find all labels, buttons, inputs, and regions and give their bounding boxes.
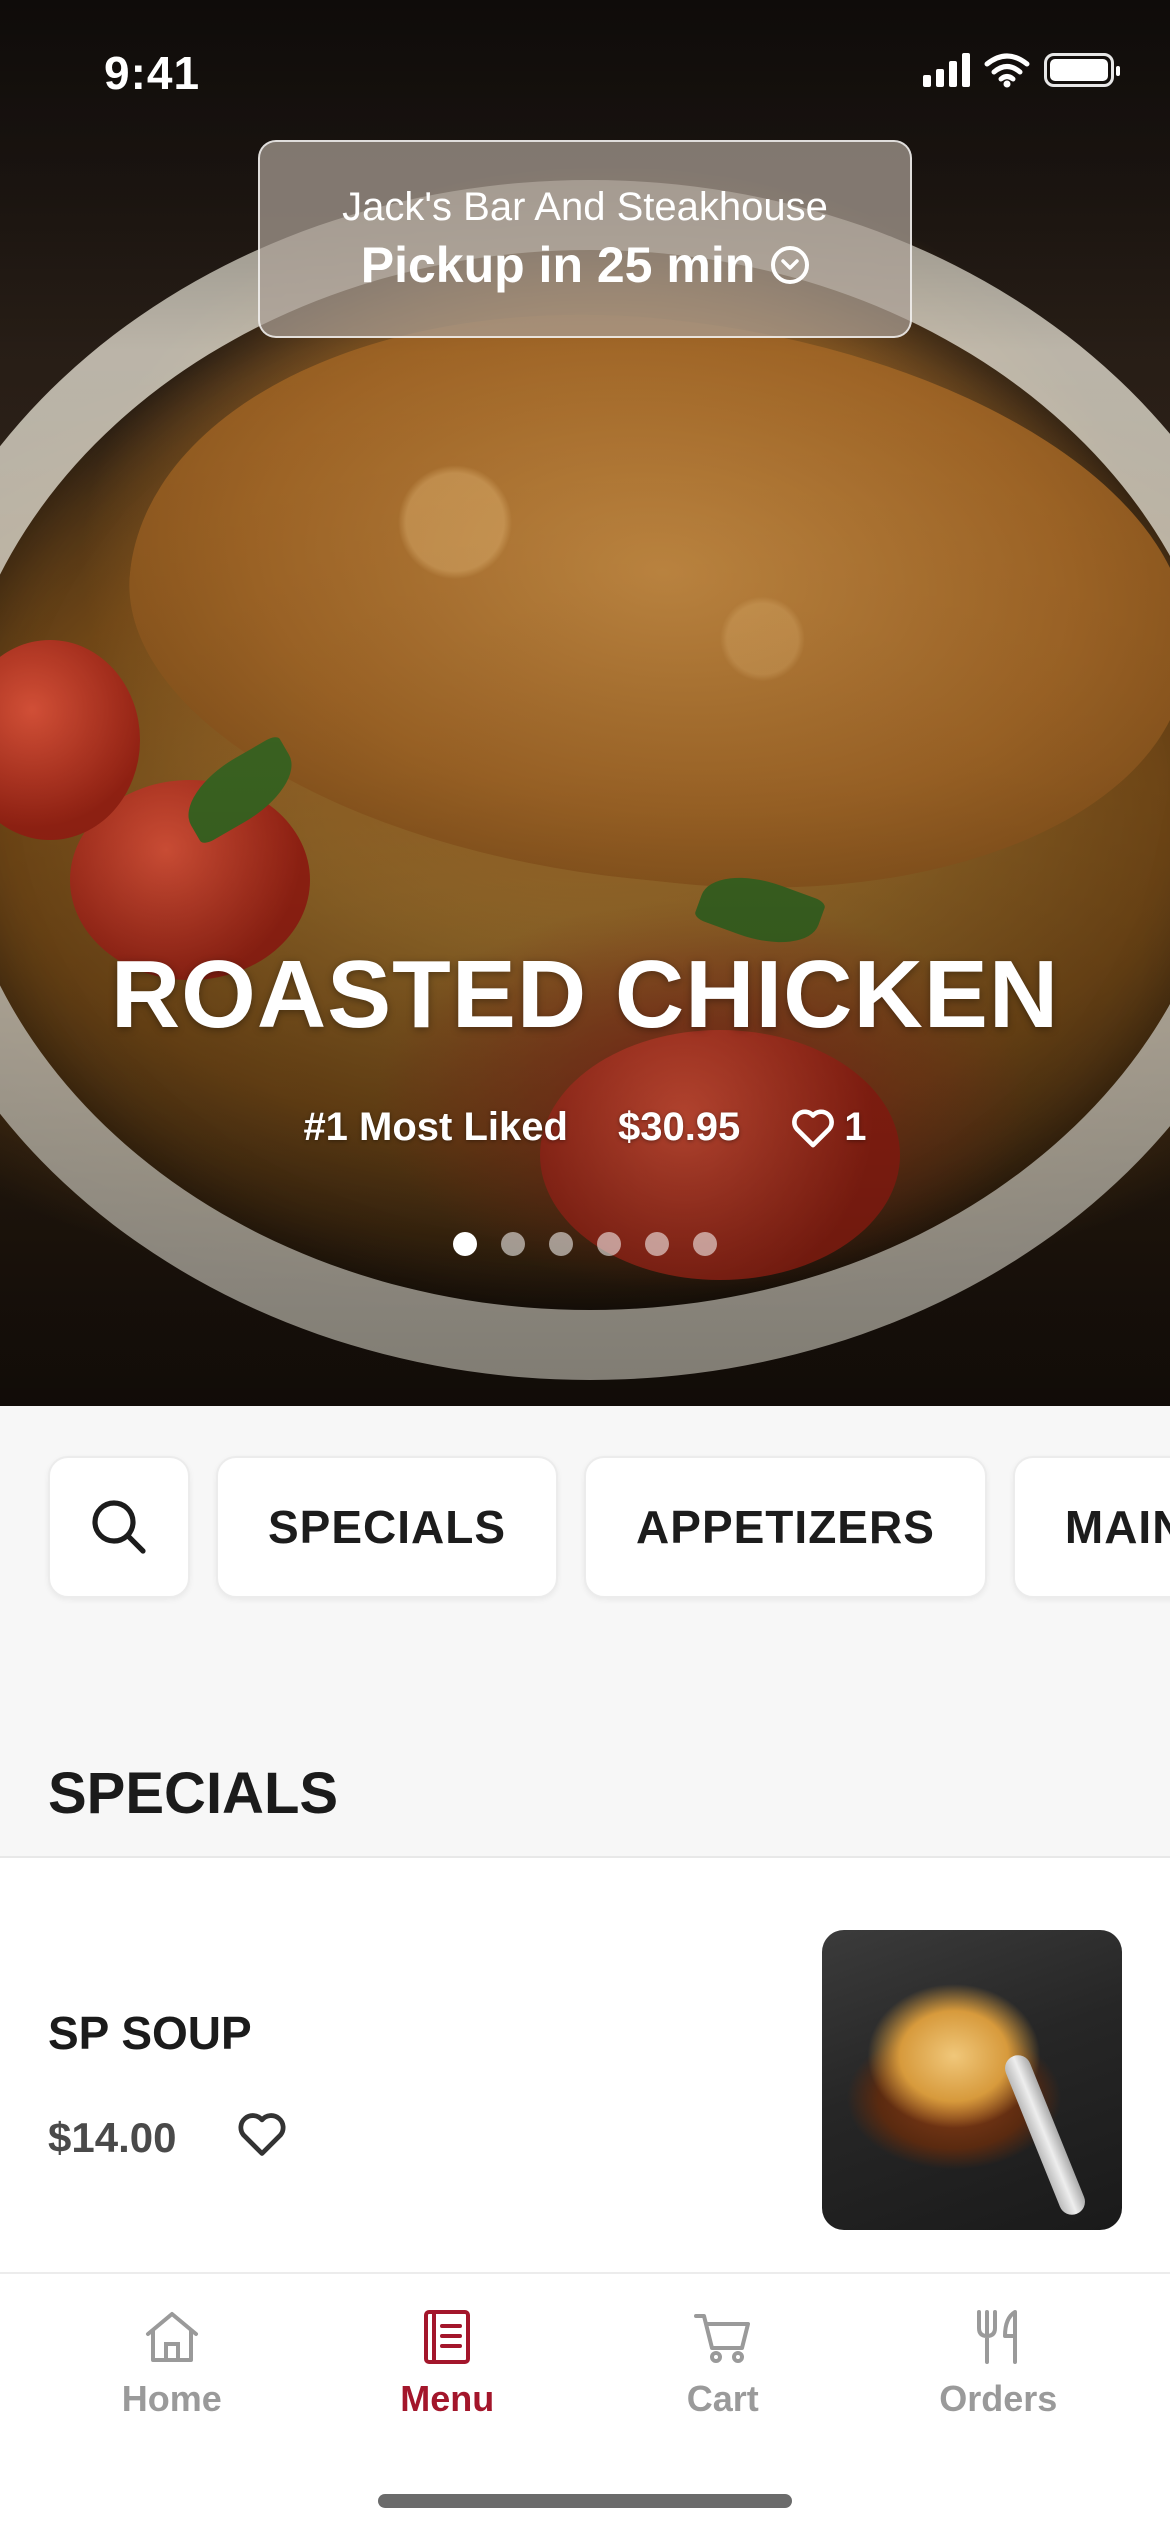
carousel-dot[interactable] (549, 1232, 573, 1256)
search-button[interactable] (48, 1456, 190, 1598)
wifi-icon (984, 53, 1030, 88)
home-icon (145, 2312, 198, 2362)
tab-list: Home Menu Cart Orders (0, 2274, 1170, 2420)
carousel-dot[interactable] (453, 1232, 477, 1256)
category-chip-appetizers[interactable]: APPETIZERS (584, 1456, 987, 1598)
tab-label: Menu (400, 2378, 495, 2419)
cellular-signal-icon (923, 53, 970, 87)
featured-item-meta: #1 Most Liked $30.95 1 (0, 1105, 1170, 1150)
favorite-heart-icon[interactable] (236, 2108, 288, 2160)
featured-item-price: $30.95 (617, 1105, 741, 1149)
restaurant-name: Jack's Bar And Steakhouse (342, 184, 828, 229)
menu-item-image (822, 1930, 1122, 2230)
category-chip-specials[interactable]: SPECIALS (216, 1456, 559, 1598)
status-bar: 9:41 (0, 0, 1170, 140)
tab-orders[interactable]: Orders (861, 2274, 1137, 2420)
tab-label: Home (121, 2378, 222, 2419)
featured-item-title: ROASTED CHICKEN (110, 941, 1060, 1048)
spoon-image (1001, 2051, 1089, 2219)
home-indicator (378, 2494, 792, 2508)
status-icons (923, 52, 1120, 88)
carousel-pagination[interactable] (0, 1232, 1170, 1256)
featured-likes[interactable]: 1 (790, 1105, 867, 1150)
category-bar: SPECIALS APPETIZERS MAIN (0, 1406, 1170, 1646)
like-count: 1 (844, 1105, 867, 1149)
carousel-dot[interactable] (645, 1232, 669, 1256)
tab-label: Orders (939, 2378, 1058, 2419)
section-header: SPECIALS (0, 1646, 1170, 1858)
chevron-down-circle-icon (771, 245, 810, 284)
pickup-time-row: Pickup in 25 min (361, 236, 810, 294)
bottom-tab-bar: Home Menu Cart Orders (0, 2272, 1170, 2532)
menu-item-name: SP SOUP (48, 2007, 252, 2059)
carousel-dot[interactable] (693, 1232, 717, 1256)
fork-knife-icon (977, 2310, 1018, 2364)
status-time: 9:41 (104, 47, 201, 99)
battery-icon (1044, 53, 1120, 87)
menu-item-price: $14.00 (48, 2114, 177, 2161)
search-icon (92, 1500, 146, 1554)
pickup-time-label: Pickup in 25 min (360, 236, 756, 293)
tab-cart[interactable]: Cart (585, 2274, 861, 2420)
menu-book-icon (424, 2310, 471, 2364)
tab-home[interactable]: Home (34, 2274, 310, 2420)
heart-icon (792, 1109, 835, 1147)
carousel-dot[interactable] (597, 1232, 621, 1256)
pickup-selector[interactable]: Jack's Bar And Steakhouse Pickup in 25 m… (258, 140, 912, 338)
tab-label: Cart (686, 2378, 759, 2419)
tab-menu[interactable]: Menu (310, 2274, 586, 2420)
category-row: SPECIALS APPETIZERS MAIN (48, 1456, 1170, 1598)
section-title: SPECIALS (48, 1761, 339, 1826)
cart-icon (693, 2314, 750, 2363)
category-chip-main[interactable]: MAIN (1012, 1456, 1170, 1598)
carousel-dot[interactable] (501, 1232, 525, 1256)
app-screen: 9:41 Jack's Bar And Steakhouse Pickup in… (0, 0, 1170, 2532)
menu-item-card[interactable]: SP SOUP $14.00 (0, 1858, 1170, 2272)
most-liked-badge: #1 Most Liked (303, 1105, 568, 1149)
hero-banner[interactable]: 9:41 Jack's Bar And Steakhouse Pickup in… (0, 0, 1170, 1406)
